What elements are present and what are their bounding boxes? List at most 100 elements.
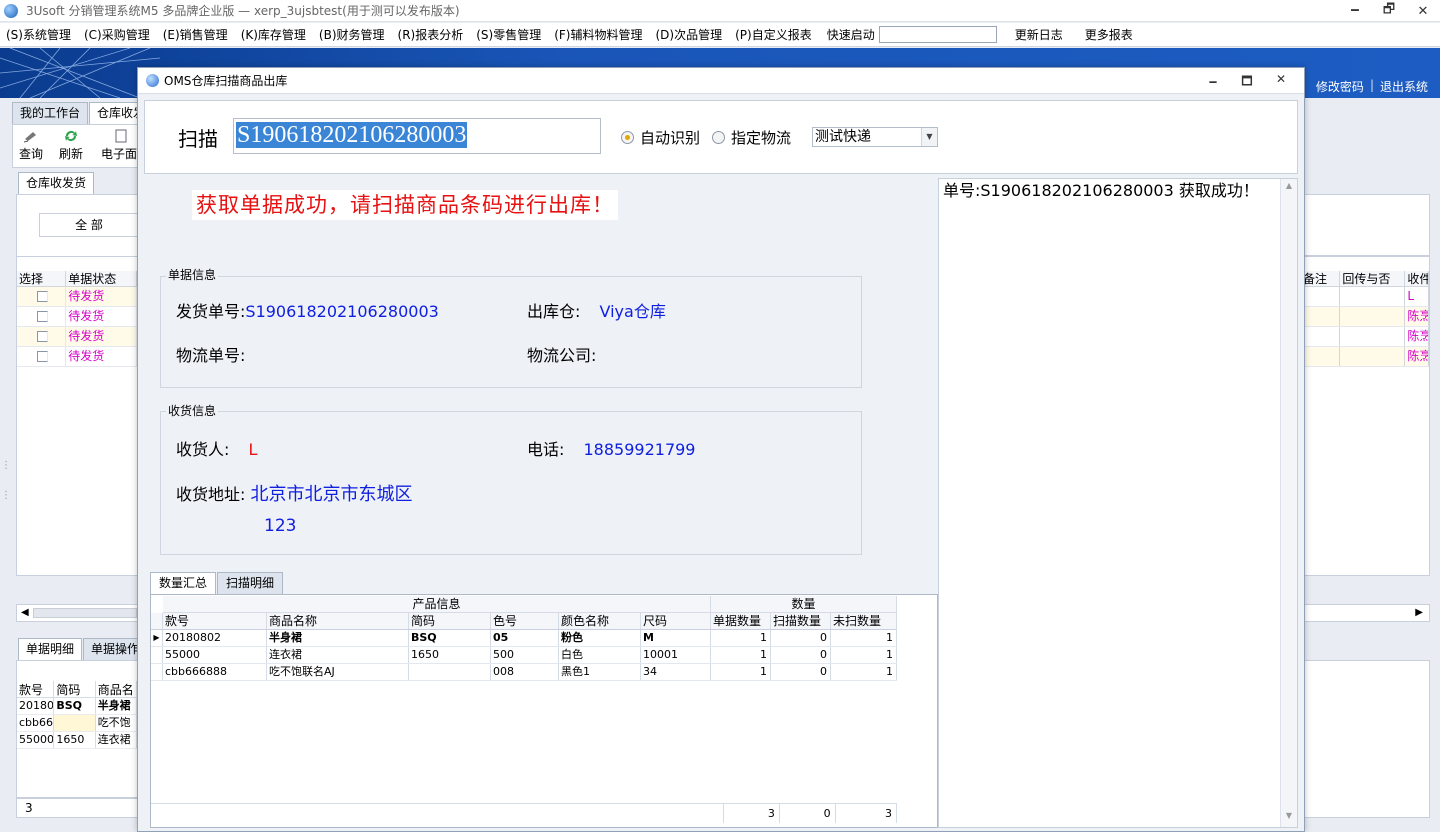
col-scanned-qty[interactable]: 扫描数量 (771, 613, 831, 629)
col-product-name[interactable]: 商品名称 (267, 613, 409, 629)
current-row-icon: ▶ (151, 630, 163, 646)
query-button[interactable]: 查询 (13, 129, 49, 162)
order-grid-header: 选择 单据状态 (17, 271, 137, 287)
logistics-select[interactable]: 测试快递 ▼ (812, 127, 938, 147)
menu-materials[interactable]: (F)辅料物料管理 (554, 26, 642, 43)
row-checkbox[interactable] (37, 291, 48, 302)
col-color-no[interactable]: 色号 (491, 613, 559, 629)
col-short-code[interactable]: 简码 (409, 613, 491, 629)
close-icon[interactable]: ✕ (1406, 0, 1440, 22)
dialog-controls: 🗕 🗖 ✕ (1196, 72, 1298, 93)
tab-scan-detail[interactable]: 扫描明细 (217, 572, 284, 594)
tab-order-detail[interactable]: 单据明细 (18, 638, 83, 660)
dialog-close-icon[interactable]: ✕ (1264, 72, 1298, 93)
table-row[interactable]: 陈烹 (1301, 307, 1429, 327)
row-checkbox[interactable] (37, 311, 48, 322)
table-row[interactable]: L (1301, 287, 1429, 307)
change-password-link[interactable]: 修改密码 (1310, 78, 1370, 95)
logout-link[interactable]: 退出系统 (1374, 78, 1434, 95)
col-callback[interactable]: 回传与否 (1340, 271, 1406, 286)
table-row[interactable]: 待发货 (17, 327, 137, 347)
table-row[interactable]: 陈烹 (1301, 327, 1429, 347)
tab-qty-summary[interactable]: 数量汇总 (150, 572, 217, 594)
splitter-grip-icon[interactable]: ⋮ (1, 490, 11, 501)
scroll-left-icon[interactable]: ◀ (21, 607, 29, 618)
menu-more-reports[interactable]: 更多报表 (1085, 26, 1133, 43)
log-vscroll[interactable]: ▲ ▼ (1280, 179, 1297, 827)
table-row[interactable]: cbb666888 吃不饱联名AJ 008 黑色1 34 1 0 1 (151, 664, 897, 681)
app-logo-icon (4, 3, 18, 18)
scan-label: 扫描 (178, 127, 218, 151)
radio-auto-label[interactable]: 自动识别 (640, 127, 700, 148)
scroll-right-icon[interactable]: ▶ (1415, 607, 1423, 618)
right-order-grid: 备注 回传与否 收件 L 陈烹 陈烹 陈烹 (1300, 256, 1430, 576)
menu-changelog[interactable]: 更新日志 (1015, 26, 1063, 43)
menu-retail[interactable]: (S)零售管理 (476, 26, 541, 43)
dialog-maximize-icon[interactable]: 🗖 (1230, 72, 1264, 93)
order-grid-hscroll[interactable]: ◀ (16, 604, 138, 622)
menu-purchase[interactable]: (C)采购管理 (84, 26, 150, 43)
col-status[interactable]: 单据状态 (66, 271, 137, 286)
refresh-button[interactable]: 刷新 (53, 129, 89, 162)
menu-defective[interactable]: (D)次品管理 (656, 26, 723, 43)
address-line2: 123 (264, 516, 297, 536)
all-filter-button[interactable]: 全 部 (39, 213, 139, 237)
col-select[interactable]: 选择 (17, 271, 67, 286)
col-doc-qty[interactable]: 单据数量 (711, 613, 771, 629)
col-style-no[interactable]: 款号 (163, 613, 267, 629)
menu-sales[interactable]: (E)销售管理 (163, 26, 228, 43)
minimize-icon[interactable]: 🗕 (1338, 0, 1372, 22)
menu-system[interactable]: (S)系统管理 (6, 26, 71, 43)
dialog-minimize-icon[interactable]: 🗕 (1196, 72, 1230, 93)
col-product-name[interactable]: 商品名 (96, 681, 137, 697)
table-row[interactable]: ▶ 20180802 半身裙 BSQ 05 粉色 M 1 0 1 (151, 630, 897, 647)
success-message: 获取单据成功，请扫描商品条码进行出库！ (192, 190, 618, 220)
col-remark[interactable]: 备注 (1301, 271, 1341, 286)
table-row[interactable]: 55000 1650 连衣裙 (17, 732, 137, 749)
col-unscanned-qty[interactable]: 未扫数量 (831, 613, 897, 629)
scroll-up-icon[interactable]: ▲ (1281, 181, 1297, 195)
radio-specify-label[interactable]: 指定物流 (731, 127, 791, 148)
table-row[interactable]: 待发货 (17, 287, 137, 307)
receiver-field: 收货人: L (176, 436, 257, 460)
splitter-grip-icon[interactable]: ⋮ (1, 460, 11, 471)
scan-input[interactable]: S190618202106280003 (233, 118, 601, 154)
row-checkbox[interactable] (37, 331, 48, 342)
table-row[interactable]: 待发货 (17, 347, 137, 367)
right-grid-hscroll[interactable]: ▶ (1300, 604, 1430, 622)
e-waybill-button[interactable]: 电子面单 (101, 129, 141, 162)
menu-finance[interactable]: (B)财务管理 (319, 26, 385, 43)
table-row[interactable]: 20180802BSQ半身裙 (17, 698, 137, 715)
restore-icon[interactable]: 🗗 (1372, 0, 1406, 22)
menu-reports[interactable]: (R)报表分析 (398, 26, 464, 43)
warehouse-value: Viya仓库 (599, 302, 666, 321)
menu-inventory[interactable]: (K)库存管理 (241, 26, 306, 43)
menu-custom-reports[interactable]: (P)自定义报表 (735, 26, 812, 43)
scroll-thumb[interactable] (33, 608, 137, 618)
row-indicator-col (151, 613, 163, 629)
quick-start-input[interactable] (878, 26, 997, 43)
col-receiver[interactable]: 收件 (1405, 271, 1429, 286)
col-style-no[interactable]: 款号 (17, 681, 55, 697)
col-short-code[interactable]: 简码 (54, 681, 96, 697)
row-checkbox[interactable] (37, 351, 48, 362)
col-color-name[interactable]: 颜色名称 (559, 613, 641, 629)
scroll-down-icon[interactable]: ▼ (1281, 811, 1297, 825)
scan-log-pane[interactable]: 单号:S190618202106280003 获取成功！ ▲ ▼ (938, 178, 1298, 828)
tab-my-workbench[interactable]: 我的工作台 (12, 102, 89, 124)
col-size[interactable]: 尺码 (641, 613, 711, 629)
company-label: 物流公司: (527, 346, 597, 365)
subtab-warehouse[interactable]: 仓库收发货 (18, 172, 95, 194)
table-row[interactable]: 陈烹 (1301, 347, 1429, 367)
qty-grid-header: 款号 商品名称 简码 色号 颜色名称 尺码 单据数量 扫描数量 未扫数量 (151, 613, 897, 630)
table-row[interactable]: cbb666888吃不饱 (17, 715, 137, 732)
tracking-label: 物流单号: (176, 346, 246, 365)
table-row[interactable]: 待发货 (17, 307, 137, 327)
radio-specify-logistics[interactable] (712, 131, 726, 144)
workspace-toolbar: 查询 刷新 电子面单 (12, 124, 141, 168)
order-grid: 选择 单据状态 待发货 待发货 待发货 待发货 (16, 256, 138, 576)
radio-auto-detect[interactable] (621, 131, 634, 144)
chevron-down-icon[interactable]: ▼ (921, 128, 937, 146)
table-row[interactable]: 55000 连衣裙 1650 500 白色 10001 1 0 1 (151, 647, 897, 664)
e-waybill-label: 电子面单 (101, 147, 141, 161)
